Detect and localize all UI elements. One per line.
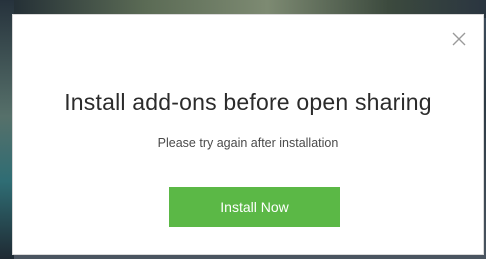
install-addons-dialog: Install add-ons before open sharing Plea… <box>12 14 484 255</box>
close-icon <box>452 32 466 46</box>
dialog-message: Please try again after installation <box>157 136 339 150</box>
dialog-title: Install add-ons before open sharing <box>64 89 432 115</box>
install-now-button[interactable]: Install Now <box>169 187 340 227</box>
close-button[interactable] <box>451 31 467 47</box>
